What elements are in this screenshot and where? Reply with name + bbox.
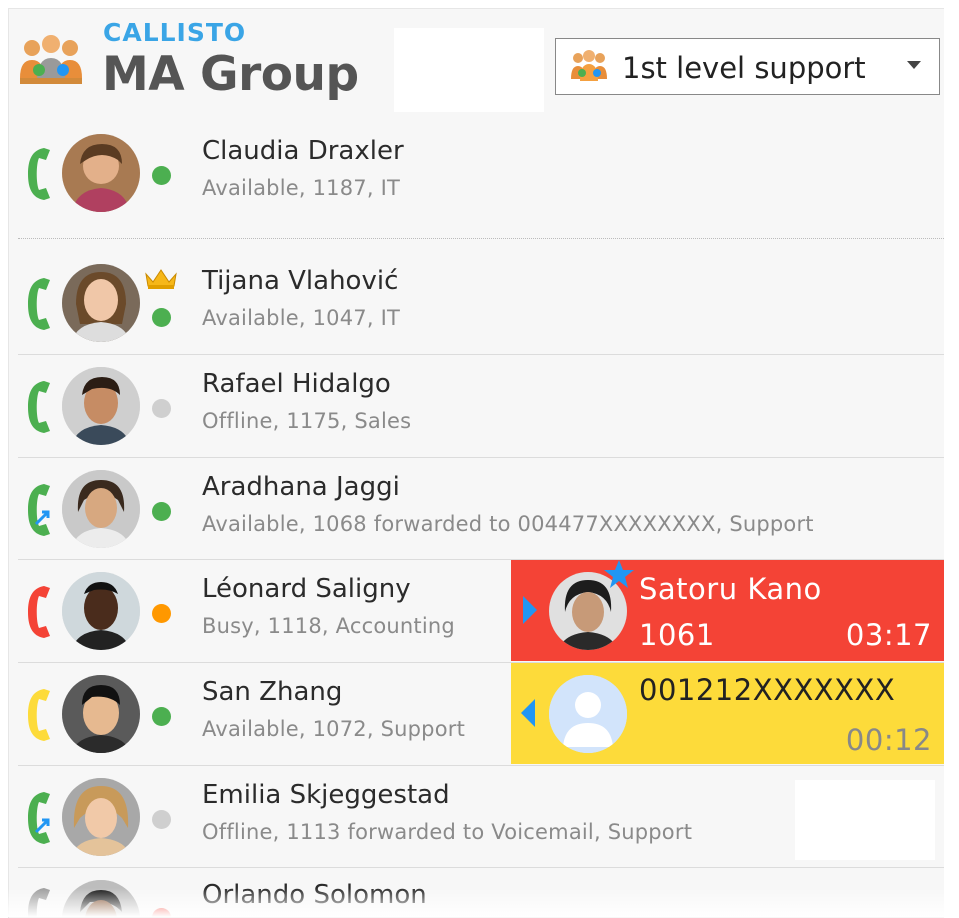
contact-row[interactable]: Claudia Draxler Available, 1187, IT xyxy=(18,122,944,224)
call-duration: 00:12 xyxy=(845,723,932,757)
group-dropdown[interactable]: 1st level support xyxy=(555,38,940,95)
phone-busy-icon[interactable] xyxy=(26,584,54,640)
contact-row[interactable]: Rafael Hidalgo Offline, 1175, Sales xyxy=(18,355,944,457)
contact-row[interactable]: Aradhana Jaggi Available, 1068 forwarded… xyxy=(18,458,944,560)
divider xyxy=(18,238,944,239)
avatar xyxy=(62,778,140,856)
avatar xyxy=(62,367,140,445)
contact-status: Offline, 1113 forwarded to Voicemail, Su… xyxy=(202,820,693,844)
unknown-caller-avatar-icon xyxy=(549,675,627,753)
contact-name: Aradhana Jaggi xyxy=(202,472,400,502)
contact-name: Léonard Saligny xyxy=(202,574,411,604)
contact-status: Available, 1068 forwarded to 004477XXXXX… xyxy=(202,512,814,536)
contact-status: Available, 1047, IT xyxy=(202,306,401,330)
incoming-call-arrow-icon xyxy=(523,596,537,624)
phone-forwarded-icon[interactable] xyxy=(26,790,54,846)
caller-extension: 1061 xyxy=(639,618,715,652)
call-duration: 03:17 xyxy=(845,618,932,652)
contact-status: Available, 1187, IT xyxy=(202,176,401,200)
crown-icon xyxy=(145,269,177,289)
status-available-dot xyxy=(152,707,171,726)
avatar xyxy=(62,134,140,212)
contact-status: Busy, 1118, Accounting xyxy=(202,614,455,638)
page-title: MA Group xyxy=(102,47,359,102)
status-busy-dot xyxy=(152,604,171,623)
avatar xyxy=(62,675,140,753)
chevron-down-icon[interactable] xyxy=(907,61,921,69)
status-offline-dot xyxy=(152,399,171,418)
active-call-panel[interactable]: 001212XXXXXXX 00:12 xyxy=(511,663,944,764)
phone-icon[interactable] xyxy=(26,146,54,202)
contact-row[interactable]: San Zhang Available, 1072, Support 00121… xyxy=(18,663,944,765)
status-offline-dot xyxy=(152,810,171,829)
phone-forwarded-icon[interactable] xyxy=(26,482,54,538)
contact-name: San Zhang xyxy=(202,677,343,707)
contact-name: Emilia Skjeggestad xyxy=(202,780,450,810)
contact-name: Tijana Vlahović xyxy=(202,266,399,296)
brand-logo-text: CALLISTO xyxy=(103,18,247,47)
contact-status: Available, 1072, Support xyxy=(202,717,466,741)
group-dropdown-label: 1st level support xyxy=(622,51,866,85)
contact-name: Rafael Hidalgo xyxy=(202,369,391,399)
avatar xyxy=(62,264,140,342)
caller-name: Satoru Kano xyxy=(639,572,822,606)
contact-row[interactable]: Léonard Saligny Busy, 1118, Accounting S… xyxy=(18,560,944,662)
phone-icon[interactable] xyxy=(26,276,54,332)
avatar xyxy=(62,470,140,548)
avatar xyxy=(62,572,140,650)
phone-icon[interactable] xyxy=(26,379,54,435)
outgoing-call-arrow-icon xyxy=(521,699,535,727)
status-available-dot xyxy=(152,166,171,185)
dialed-number: 001212XXXXXXX xyxy=(639,673,896,707)
blank-area xyxy=(394,28,544,112)
group-people-icon xyxy=(571,50,607,81)
status-available-dot xyxy=(152,502,171,521)
star-icon xyxy=(604,560,634,588)
group-people-icon xyxy=(20,35,82,84)
active-call-panel[interactable]: Satoru Kano 1061 03:17 xyxy=(511,560,944,661)
status-available-dot xyxy=(152,308,171,327)
contact-row[interactable]: Tijana Vlahović Available, 1047, IT xyxy=(18,252,944,354)
contact-status: Offline, 1175, Sales xyxy=(202,409,412,433)
blank-area xyxy=(795,780,935,860)
contact-name: Claudia Draxler xyxy=(202,136,404,166)
phone-ringing-icon[interactable] xyxy=(26,687,54,743)
bottom-fade xyxy=(0,888,959,917)
